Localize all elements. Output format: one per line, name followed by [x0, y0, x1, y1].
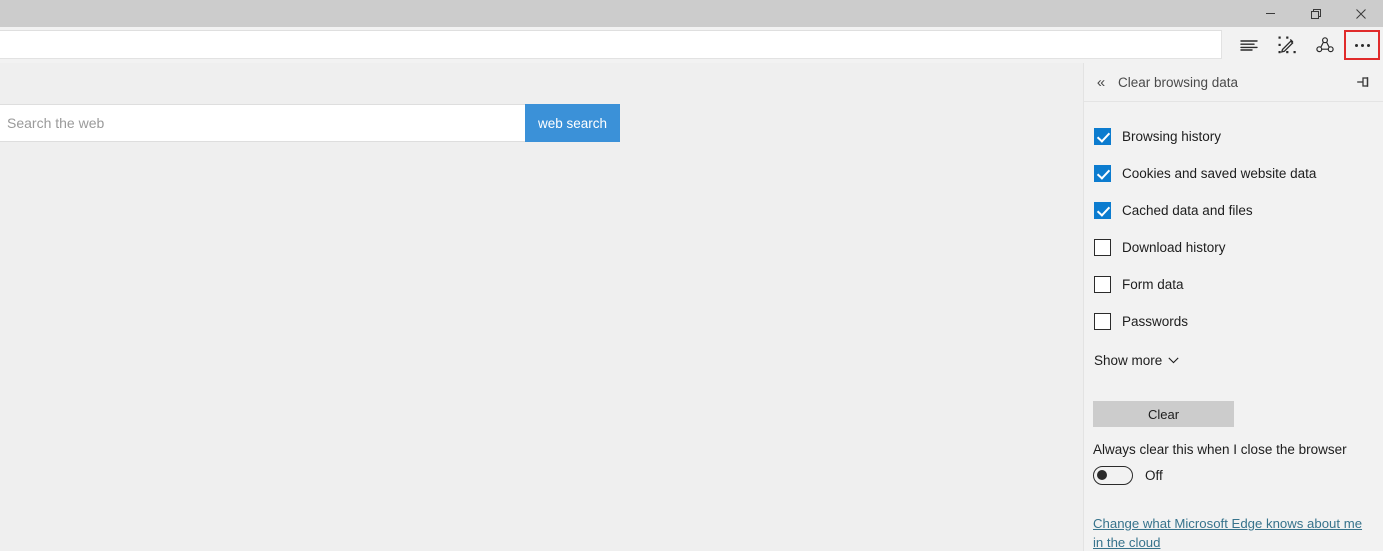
title-bar: [0, 0, 1383, 27]
checkbox-cached-data[interactable]: [1094, 202, 1111, 219]
checkbox-row-form-data[interactable]: Form data: [1084, 266, 1383, 303]
show-more-label: Show more: [1094, 352, 1163, 368]
restore-icon: [1310, 8, 1321, 19]
checkbox-row-passwords[interactable]: Passwords: [1084, 303, 1383, 340]
reading-view-button[interactable]: [1230, 27, 1268, 63]
panel-header: « Clear browsing data: [1084, 63, 1383, 102]
checkbox-cookies[interactable]: [1094, 165, 1111, 182]
clear-button[interactable]: Clear: [1093, 401, 1234, 427]
web-note-button[interactable]: [1268, 27, 1306, 63]
pin-pane-button[interactable]: [1345, 63, 1379, 102]
checkbox-label: Browsing history: [1122, 129, 1222, 144]
minimize-button[interactable]: [1248, 0, 1293, 27]
web-search-row: web search: [0, 104, 620, 142]
toolbar-actions: [1230, 27, 1383, 63]
checkbox-passwords[interactable]: [1094, 313, 1111, 330]
cloud-privacy-link[interactable]: Change what Microsoft Edge knows about m…: [1093, 514, 1369, 551]
checkbox-label: Cookies and saved website data: [1122, 166, 1317, 181]
show-more-button[interactable]: Show more: [1084, 343, 1383, 377]
always-clear-label: Always clear this when I close the brows…: [1093, 442, 1347, 457]
close-icon: [1355, 8, 1366, 19]
panel-title: Clear browsing data: [1118, 74, 1239, 90]
edge-browser-window: web search « Clear browsing data Browsin…: [0, 0, 1383, 551]
double-chevron-left-icon: «: [1096, 73, 1106, 91]
checkbox-browsing-history[interactable]: [1094, 128, 1111, 145]
toggle-knob: [1097, 470, 1107, 480]
close-button[interactable]: [1338, 0, 1383, 27]
more-icon: [1354, 43, 1370, 47]
checkbox-label: Download history: [1122, 240, 1226, 255]
panel-body: Browsing history Cookies and saved websi…: [1084, 102, 1383, 551]
clear-browsing-data-panel: « Clear browsing data Browsing history C…: [1083, 63, 1383, 551]
address-bar[interactable]: [0, 30, 1222, 59]
checkbox-label: Cached data and files: [1122, 203, 1253, 218]
more-button[interactable]: [1344, 30, 1380, 60]
chevron-down-icon: [1168, 357, 1179, 363]
restore-button[interactable]: [1293, 0, 1338, 27]
checkbox-row-download-history[interactable]: Download history: [1084, 229, 1383, 266]
checkbox-download-history[interactable]: [1094, 239, 1111, 256]
toggle-state-label: Off: [1145, 468, 1163, 483]
pin-icon: [1357, 77, 1369, 87]
checkbox-label: Passwords: [1122, 314, 1189, 329]
share-button[interactable]: [1306, 27, 1344, 63]
back-button[interactable]: «: [1084, 63, 1118, 102]
always-clear-toggle[interactable]: [1093, 466, 1133, 485]
minimize-icon: [1266, 13, 1275, 14]
checkbox-row-cookies[interactable]: Cookies and saved website data: [1084, 155, 1383, 192]
web-note-icon: [1278, 36, 1296, 54]
always-clear-toggle-row[interactable]: Off: [1093, 466, 1383, 485]
reading-view-icon: [1240, 40, 1258, 51]
web-search-button[interactable]: web search: [525, 104, 620, 142]
checkbox-label: Form data: [1122, 277, 1184, 292]
share-icon: [1316, 37, 1334, 53]
checkbox-row-cached-data[interactable]: Cached data and files: [1084, 192, 1383, 229]
checkbox-form-data[interactable]: [1094, 276, 1111, 293]
search-input[interactable]: [0, 104, 525, 142]
checkbox-row-browsing-history[interactable]: Browsing history: [1084, 118, 1383, 155]
